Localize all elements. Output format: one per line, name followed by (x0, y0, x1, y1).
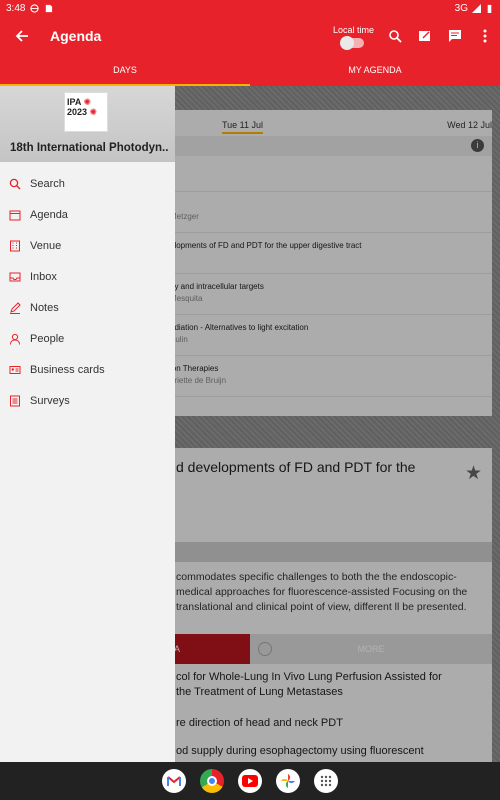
menu-item-surveys[interactable]: Surveys (0, 385, 175, 416)
navigation-drawer: IPA ✺ 2023 ✺ 18th International Photodyn… (0, 86, 175, 762)
menu-item-label: Agenda (30, 208, 68, 221)
apps-icon[interactable] (314, 769, 338, 793)
system-dock (0, 762, 500, 800)
sd-card-icon (46, 4, 53, 12)
people-icon (9, 333, 21, 345)
logo-mark-icon: ✺ (89, 107, 98, 117)
tab-days[interactable]: DAYS (0, 56, 250, 86)
logo-mark-icon: ✺ (83, 97, 92, 107)
local-time-toggle[interactable]: Local time (332, 24, 374, 50)
menu-item-label: Search (30, 177, 65, 190)
drawer-header: IPA ✺ 2023 ✺ 18th International Photodyn… (0, 86, 175, 162)
search-icon (9, 178, 21, 190)
youtube-icon[interactable] (238, 769, 262, 793)
page-title: Agenda (50, 28, 102, 44)
tab-my-agenda[interactable]: MY AGENDA (250, 56, 500, 86)
app-toolbar: Agenda Local time (0, 16, 500, 56)
menu-item-label: Surveys (30, 394, 70, 407)
menu-item-notes[interactable]: Notes (0, 292, 175, 323)
chrome-icon[interactable] (200, 769, 224, 793)
conference-name: 18th International Photodyn.. (10, 142, 169, 154)
menu-item-inbox[interactable]: Inbox (0, 261, 175, 292)
logo-text: IPA (67, 97, 82, 107)
chat-icon (449, 30, 461, 42)
notes-icon (9, 301, 21, 314)
network-type: 3G (454, 2, 468, 14)
business-cards-icon (9, 364, 21, 376)
signal-icon (472, 3, 481, 13)
inbox-icon (9, 271, 21, 283)
vpn-icon (30, 3, 40, 13)
more-vert-icon (483, 29, 487, 43)
menu-item-label: People (30, 332, 65, 345)
overflow-menu-button[interactable] (470, 16, 500, 56)
menu-item-business-cards[interactable]: Business cards (0, 354, 175, 385)
menu-item-label: Notes (30, 301, 59, 314)
arrow-left-icon (15, 30, 28, 42)
menu-item-people[interactable]: People (0, 323, 175, 354)
battery-icon (487, 4, 492, 13)
surveys-icon (9, 395, 21, 407)
local-time-label: Local time (332, 24, 374, 35)
venue-icon (9, 240, 21, 252)
search-button[interactable] (380, 16, 410, 56)
gmail-icon[interactable] (162, 769, 186, 793)
menu-item-agenda[interactable]: Agenda (0, 199, 175, 230)
status-bar: 3:48 3G (0, 0, 500, 16)
messages-button[interactable] (440, 16, 470, 56)
drawer-menu: Search Agenda Venue Inbox Notes People B… (0, 168, 175, 416)
notes-button[interactable] (410, 16, 440, 56)
menu-item-label: Inbox (30, 270, 57, 283)
agenda-icon (9, 209, 21, 221)
search-icon (388, 29, 402, 43)
local-time-switch[interactable] (340, 35, 365, 50)
photos-icon[interactable] (276, 769, 300, 793)
logo-year: 2023 (67, 107, 88, 117)
status-time: 3:48 (6, 2, 26, 14)
menu-item-venue[interactable]: Venue (0, 230, 175, 261)
menu-item-label: Business cards (30, 363, 105, 376)
agenda-tabs: DAYS MY AGENDA (0, 56, 500, 86)
back-button[interactable] (0, 16, 44, 56)
menu-item-search[interactable]: Search (0, 168, 175, 199)
menu-item-label: Venue (30, 239, 62, 252)
edit-note-icon (419, 31, 430, 41)
event-logo: IPA ✺ 2023 ✺ (64, 92, 108, 132)
